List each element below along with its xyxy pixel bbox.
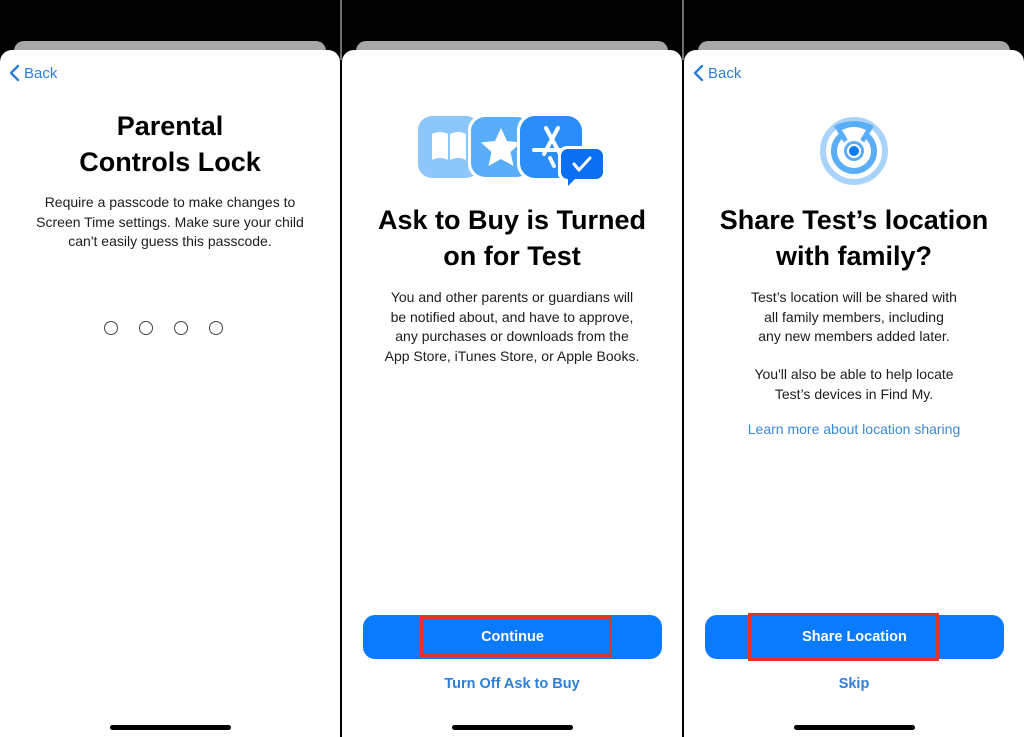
home-indicator [110,725,231,730]
passcode-dot [174,321,188,335]
title-line-2: on for Test [443,241,581,271]
description-line: Test’s devices in Find My. [774,385,934,402]
passcode-dot [139,321,153,335]
back-label: Back [24,64,58,82]
description: Test’s location will be shared with all … [684,288,1024,347]
modal-sheet: Ask to Buy is Turned on for Test You and… [342,50,682,737]
continue-label: Continue [481,629,544,645]
title-line-1: Ask to Buy is Turned [377,205,647,235]
modal-sheet: Back Share Test’s location with family? … [684,50,1024,737]
home-indicator [452,725,573,730]
passcode-dot [104,321,118,335]
home-indicator [794,725,915,730]
share-location-button[interactable]: Share Location [705,615,1004,659]
description-line: You and other parents or guardians will [390,289,634,305]
title-line-2: with family? [775,241,932,271]
description: You and other parents or guardians will … [342,288,682,366]
description-line: any purchases or downloads from the [395,328,629,344]
page-title: Ask to Buy is Turned on for Test [342,202,682,274]
page-title: Share Test’s location with family? [684,202,1024,274]
ask-to-buy-icon [418,114,608,193]
turn-off-ask-to-buy-link[interactable]: Turn Off Ask to Buy [342,676,682,692]
checkmark-message-icon [558,146,606,186]
description-line: any new members added later. [758,328,950,344]
screen-parental-controls-lock: Back Parental Controls Lock Require a pa… [0,0,340,737]
chevron-left-icon [693,64,704,82]
description-line: Test’s location will be shared with [751,289,957,305]
description: Require a passcode to make changes to Sc… [0,193,340,252]
learn-more-location-sharing-link[interactable]: Learn more about location sharing [684,421,1024,437]
title-line-2: Controls Lock [79,147,261,177]
location-sharing-icon [818,114,890,191]
passcode-field[interactable] [104,321,223,335]
back-label: Back [708,64,742,82]
description-line: all family members, including [764,308,944,325]
find-my-description: You'll also be able to help locate Test’… [684,365,1024,404]
title-line-1: Share Test’s location [719,205,989,235]
back-button[interactable]: Back [692,64,741,82]
description-line: Screen Time settings. Make sure your chi… [36,213,304,230]
share-location-label: Share Location [802,629,907,645]
description-line: can't easily guess this passcode. [68,233,272,249]
screen-ask-to-buy: Ask to Buy is Turned on for Test You and… [342,0,682,737]
description-line: You'll also be able to help locate [754,366,954,382]
title-line-1: Parental [116,111,224,141]
passcode-dot [209,321,223,335]
continue-button[interactable]: Continue [363,615,662,659]
modal-sheet: Back Parental Controls Lock Require a pa… [0,50,340,737]
skip-link[interactable]: Skip [684,676,1024,692]
description-line: Require a passcode to make changes to [44,194,296,210]
description-line: be notified about, and have to approve, [390,308,634,325]
chevron-left-icon [9,64,20,82]
back-button[interactable]: Back [8,64,57,82]
page-title: Parental Controls Lock [0,108,340,180]
description-line: App Store, iTunes Store, or Apple Books. [384,347,640,364]
screen-share-location: Back Share Test’s location with family? … [684,0,1024,737]
